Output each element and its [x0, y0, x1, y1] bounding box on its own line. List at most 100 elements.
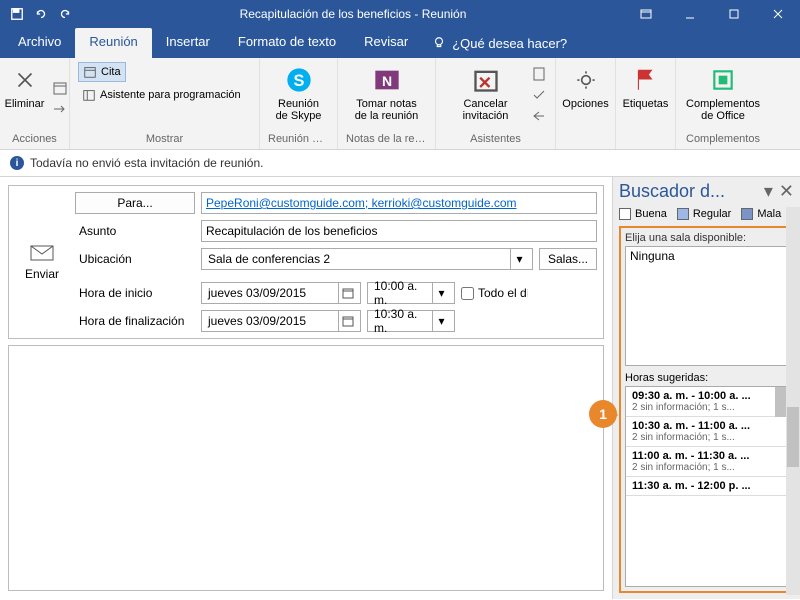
ribbon: Eliminar Acciones Cita Asistente para pr… [0, 58, 800, 150]
title-bar: Recapitulación de los beneficios - Reuni… [0, 0, 800, 28]
options-label: Opciones [562, 98, 608, 110]
office-addins-button[interactable]: Complementos de Office [682, 62, 764, 124]
tags-button[interactable]: Etiquetas [619, 62, 673, 112]
callout-badge: 1 [589, 400, 617, 428]
tab-format[interactable]: Formato de texto [224, 28, 350, 58]
group-addins-label: Complementos [684, 133, 762, 147]
send-label: Enviar [25, 267, 59, 281]
start-time-value: 10:00 a. m. [372, 279, 432, 307]
suggestion-time: 11:30 a. m. - 12:00 p. ... [632, 480, 781, 492]
suggested-time-item[interactable]: 11:30 a. m. - 12:00 p. ... [626, 477, 787, 496]
window-caption-icon[interactable] [624, 0, 668, 28]
end-time-field[interactable]: 10:30 a. m. ▾ [367, 310, 455, 332]
available-room-list[interactable]: Ninguna [625, 246, 788, 366]
room-none-item[interactable]: Ninguna [630, 249, 783, 263]
appointment-button[interactable]: Cita [78, 62, 126, 82]
chevron-down-icon[interactable]: ▾ [432, 311, 450, 331]
meeting-body-editor[interactable] [8, 345, 604, 591]
tab-file[interactable]: Archivo [4, 28, 75, 58]
scheduling-assistant-button[interactable]: Asistente para programación [78, 86, 245, 104]
tab-review[interactable]: Revisar [350, 28, 422, 58]
onenote-icon: N [371, 64, 403, 96]
tell-me-label: ¿Qué desea hacer? [452, 36, 567, 51]
sidebar-scrollbar[interactable] [786, 207, 800, 595]
skype-label: Reunión de Skype [272, 98, 325, 122]
end-time-label: Hora de finalización [75, 314, 195, 328]
available-room-label: Elija una sala disponible: [625, 232, 788, 244]
flag-icon [630, 64, 662, 96]
maximize-icon[interactable] [712, 0, 756, 28]
response-options-icon[interactable] [531, 87, 547, 106]
forward-small-icon[interactable] [52, 101, 68, 120]
tell-me-search[interactable]: ¿Qué desea hacer? [422, 28, 577, 58]
delete-button[interactable]: Eliminar [1, 62, 49, 112]
start-time-field[interactable]: 10:00 a. m. ▾ [367, 282, 455, 304]
end-date-field[interactable]: jueves 03/09/2015 [201, 310, 361, 332]
meeting-notes-button[interactable]: N Tomar notas de la reunión [346, 62, 427, 124]
info-text: Todavía no envió esta invitación de reun… [30, 156, 264, 170]
delete-icon [9, 64, 41, 96]
all-day-checkbox[interactable]: Todo el día [461, 286, 528, 300]
end-date-value: jueves 03/09/2015 [206, 314, 338, 328]
room-finder-pane: Buscador d... ▾ ✕ Buena Regular Mala 1 E… [612, 177, 800, 599]
addins-label: Complementos de Office [686, 98, 760, 122]
calendar-icon [83, 65, 97, 79]
suggested-time-item[interactable]: 10:30 a. m. - 11:00 a. ... 2 sin informa… [626, 417, 787, 447]
to-field[interactable]: PepeRoni@customguide.com; kerrioki@custo… [201, 192, 597, 214]
suggested-times-label: Horas sugeridas: [625, 372, 788, 384]
to-button[interactable]: Para... [75, 192, 195, 214]
appointment-label: Cita [101, 66, 121, 78]
send-button[interactable]: Enviar [15, 192, 69, 332]
calendar-small-icon[interactable] [52, 80, 68, 99]
room-finder-highlight: 1 Elija una sala disponible: Ninguna Hor… [619, 226, 794, 593]
cancel-invitation-button[interactable]: Cancelar invitación [444, 62, 527, 124]
svg-text:N: N [381, 73, 391, 89]
group-show-label: Mostrar [78, 133, 251, 147]
scrollbar-thumb[interactable] [787, 407, 799, 467]
close-icon[interactable] [756, 0, 800, 28]
suggested-times-list[interactable]: 09:30 a. m. - 10:00 a. ... 2 sin informa… [625, 386, 788, 587]
suggestion-time: 11:00 a. m. - 11:30 a. ... [632, 450, 781, 462]
reply-icon[interactable] [531, 108, 547, 127]
minimize-icon[interactable] [668, 0, 712, 28]
options-button[interactable]: Opciones [558, 62, 612, 112]
group-options-label [564, 133, 607, 147]
lightbulb-icon [432, 36, 446, 50]
info-bar: i Todavía no envió esta invitación de re… [0, 150, 800, 177]
window-title: Recapitulación de los beneficios - Reuni… [82, 7, 624, 21]
calendar-picker-icon[interactable] [338, 311, 356, 331]
addins-icon [707, 64, 739, 96]
chevron-down-icon[interactable]: ▾ [510, 249, 528, 269]
suggested-time-item[interactable]: 11:00 a. m. - 11:30 a. ... 2 sin informa… [626, 447, 787, 477]
meeting-form: Enviar Para... PepeRoni@customguide.com;… [0, 177, 612, 599]
calendar-picker-icon[interactable] [338, 283, 356, 303]
start-time-label: Hora de inicio [75, 286, 195, 300]
redo-icon[interactable] [54, 3, 76, 25]
skype-meeting-button[interactable]: S Reunión de Skype [268, 62, 329, 124]
group-tags-label [624, 133, 667, 147]
rooms-button[interactable]: Salas... [539, 248, 597, 270]
ribbon-tabs: Archivo Reunión Insertar Formato de text… [0, 28, 800, 58]
legend-fair-label: Regular [693, 208, 732, 220]
all-day-input[interactable] [461, 287, 474, 300]
pane-options-icon[interactable]: ▾ [764, 181, 773, 202]
skype-icon: S [283, 64, 315, 96]
suggestion-sub: 2 sin información; 1 s... [632, 402, 781, 413]
tab-meeting[interactable]: Reunión [75, 28, 151, 58]
options-icon [570, 64, 602, 96]
close-pane-icon[interactable]: ✕ [779, 181, 794, 202]
subject-field[interactable] [201, 220, 597, 242]
save-icon[interactable] [6, 3, 28, 25]
undo-icon[interactable] [30, 3, 52, 25]
suggested-time-item[interactable]: 09:30 a. m. - 10:00 a. ... 2 sin informa… [626, 387, 787, 417]
address-book-icon[interactable] [531, 66, 547, 85]
location-label: Ubicación [75, 252, 195, 266]
legend-good-label: Buena [635, 208, 667, 220]
start-date-field[interactable]: jueves 03/09/2015 [201, 282, 361, 304]
tab-insert[interactable]: Insertar [152, 28, 224, 58]
cancel-meeting-icon [470, 64, 502, 96]
tags-label: Etiquetas [623, 98, 669, 110]
scheduling-label: Asistente para programación [100, 89, 241, 101]
chevron-down-icon[interactable]: ▾ [432, 283, 450, 303]
location-field[interactable]: Sala de conferencias 2 ▾ [201, 248, 533, 270]
